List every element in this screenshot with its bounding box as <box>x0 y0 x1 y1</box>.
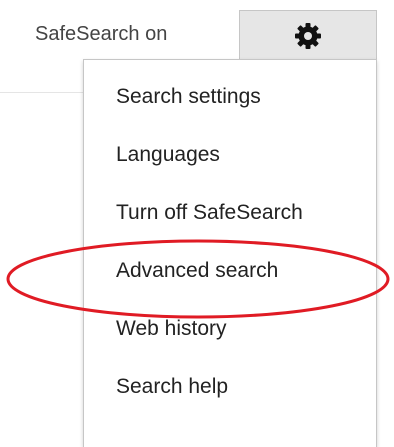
settings-dropdown-screen: SafeSearch on Search settings Languages … <box>0 0 394 447</box>
menu-item-search-help[interactable]: Search help <box>84 358 376 416</box>
settings-menu: Search settings Languages Turn off SafeS… <box>83 59 377 447</box>
gear-icon <box>294 22 322 50</box>
header-divider <box>0 92 83 93</box>
menu-item-web-history[interactable]: Web history <box>84 300 376 358</box>
menu-item-search-settings[interactable]: Search settings <box>84 68 376 126</box>
menu-item-turn-off-safesearch[interactable]: Turn off SafeSearch <box>84 184 376 242</box>
menu-item-advanced-search[interactable]: Advanced search <box>84 242 376 300</box>
safesearch-status-label: SafeSearch on <box>35 23 168 45</box>
menu-item-languages[interactable]: Languages <box>84 126 376 184</box>
settings-button[interactable] <box>239 10 377 60</box>
